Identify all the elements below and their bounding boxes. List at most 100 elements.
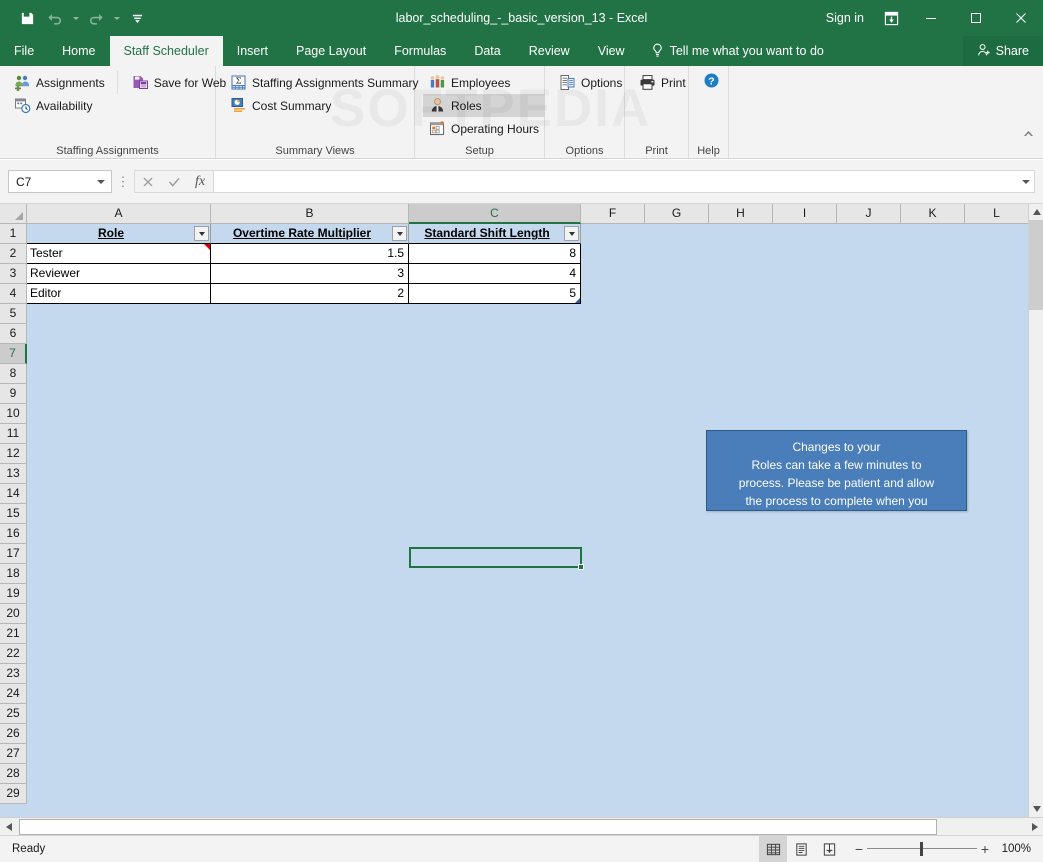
row-header-23[interactable]: 23 — [0, 664, 27, 684]
ribbon-button-operating-hours[interactable]: Operating Hours — [423, 117, 545, 140]
redo-button[interactable] — [83, 5, 109, 31]
row-header-24[interactable]: 24 — [0, 684, 27, 704]
collapse-ribbon-button[interactable] — [1019, 124, 1037, 142]
table-cell[interactable]: Tester — [27, 244, 211, 264]
confirm-icon[interactable] — [161, 171, 187, 192]
expand-formula-bar-icon[interactable] — [1022, 179, 1030, 184]
fill-handle[interactable] — [578, 564, 584, 570]
zoom-level[interactable]: 100% — [1001, 843, 1043, 855]
table-resize-handle[interactable] — [575, 298, 580, 303]
selected-cell-c7[interactable] — [409, 547, 584, 570]
row-header-7[interactable]: 7 — [0, 344, 27, 364]
worksheet-grid[interactable]: ABCFGHIJKL 1 2 3 4 5 6 7 8 9 10 11 12 13 14 15 16 17 18 19… — [0, 204, 1043, 817]
table-cell[interactable]: 4 — [409, 264, 581, 284]
page-break-view-button[interactable] — [815, 836, 843, 862]
scroll-up-button[interactable] — [1029, 204, 1043, 220]
ribbon-display-options-icon[interactable] — [874, 0, 908, 36]
ribbon-button-cost-summary[interactable]: Cost Summary — [224, 94, 425, 117]
ribbon-button-employees[interactable]: Employees — [423, 71, 545, 94]
table-header-cell[interactable]: Standard Shift Length — [409, 224, 581, 244]
tab-view[interactable]: View — [584, 36, 639, 66]
ribbon-button-options[interactable]: Options — [553, 71, 628, 94]
column-header-k[interactable]: K — [901, 204, 965, 224]
undo-dropdown-icon[interactable] — [70, 5, 81, 31]
page-layout-view-button[interactable] — [787, 836, 815, 862]
maximize-button[interactable] — [953, 0, 998, 36]
row-header-20[interactable]: 20 — [0, 604, 27, 624]
save-button[interactable] — [14, 5, 40, 31]
column-header-b[interactable]: B — [211, 204, 409, 224]
table-cell[interactable]: 2 — [211, 284, 409, 304]
row-header-26[interactable]: 26 — [0, 724, 27, 744]
column-header-l[interactable]: L — [965, 204, 1029, 224]
ribbon-button-staffing-assignments-summary[interactable]: Σ Staffing Assignments Summary — [224, 71, 425, 94]
row-header-2[interactable]: 2 — [0, 244, 27, 264]
filter-dropdown-icon[interactable] — [194, 226, 209, 241]
ribbon-button-assignments[interactable]: Assignments — [8, 71, 111, 94]
scroll-left-button[interactable] — [0, 818, 17, 835]
table-header-cell[interactable]: Overtime Rate Multiplier — [211, 224, 409, 244]
row-header-13[interactable]: 13 — [0, 464, 27, 484]
tab-file[interactable]: File — [0, 36, 48, 66]
column-header-i[interactable]: I — [773, 204, 837, 224]
column-header-c[interactable]: C — [409, 204, 581, 224]
zoom-slider-thumb[interactable] — [920, 842, 923, 856]
column-header-g[interactable]: G — [645, 204, 709, 224]
row-header-29[interactable]: 29 — [0, 784, 27, 804]
row-header-21[interactable]: 21 — [0, 624, 27, 644]
ribbon-button-help[interactable]: ? — [697, 71, 726, 94]
row-header-3[interactable]: 3 — [0, 264, 27, 284]
zoom-control[interactable]: − + — [843, 841, 1001, 857]
row-header-18[interactable]: 18 — [0, 564, 27, 584]
column-header-f[interactable]: F — [581, 204, 645, 224]
vertical-scrollbar-thumb[interactable] — [1029, 220, 1043, 310]
row-header-4[interactable]: 4 — [0, 284, 27, 304]
sign-in-button[interactable]: Sign in — [816, 0, 874, 36]
minimize-button[interactable] — [908, 0, 953, 36]
table-cell[interactable]: Editor — [27, 284, 211, 304]
row-header-27[interactable]: 27 — [0, 744, 27, 764]
tab-insert[interactable]: Insert — [223, 36, 282, 66]
ribbon-button-availability[interactable]: Availability — [8, 94, 111, 117]
row-header-9[interactable]: 9 — [0, 384, 27, 404]
row-header-12[interactable]: 12 — [0, 444, 27, 464]
table-cell[interactable]: 8 — [409, 244, 581, 264]
zoom-out-button[interactable]: − — [851, 841, 867, 857]
insert-function-icon[interactable]: fx — [187, 171, 213, 192]
formula-input[interactable] — [213, 170, 1035, 193]
row-header-5[interactable]: 5 — [0, 304, 27, 324]
customize-qat-button[interactable] — [124, 5, 150, 31]
row-header-16[interactable]: 16 — [0, 524, 27, 544]
table-cell[interactable]: 1.5 — [211, 244, 409, 264]
zoom-in-button[interactable]: + — [977, 841, 993, 857]
select-all-button[interactable] — [0, 204, 27, 224]
row-header-10[interactable]: 10 — [0, 404, 27, 424]
column-header-a[interactable]: A — [27, 204, 211, 224]
table-cell[interactable]: 3 — [211, 264, 409, 284]
tab-home[interactable]: Home — [48, 36, 109, 66]
share-button[interactable]: Share — [962, 36, 1043, 66]
filter-dropdown-icon[interactable] — [564, 226, 579, 241]
tab-formulas[interactable]: Formulas — [380, 36, 460, 66]
row-header-22[interactable]: 22 — [0, 644, 27, 664]
table-cell[interactable]: Reviewer — [27, 264, 211, 284]
tab-review[interactable]: Review — [515, 36, 584, 66]
row-header-8[interactable]: 8 — [0, 364, 27, 384]
normal-view-button[interactable] — [759, 835, 787, 862]
tab-page-layout[interactable]: Page Layout — [282, 36, 380, 66]
zoom-slider[interactable] — [867, 842, 977, 856]
horizontal-scrollbar-track[interactable] — [17, 818, 1026, 835]
row-header-6[interactable]: 6 — [0, 324, 27, 344]
row-header-1[interactable]: 1 — [0, 224, 27, 244]
tell-me-search[interactable]: Tell me what you want to do — [639, 36, 836, 66]
redo-dropdown-icon[interactable] — [111, 5, 122, 31]
scroll-right-button[interactable] — [1026, 818, 1043, 835]
row-header-11[interactable]: 11 — [0, 424, 27, 444]
row-header-28[interactable]: 28 — [0, 764, 27, 784]
table-header-cell[interactable]: Role — [27, 224, 211, 244]
ribbon-button-roles[interactable]: Roles — [423, 94, 546, 117]
filter-dropdown-icon[interactable] — [392, 226, 407, 241]
row-header-15[interactable]: 15 — [0, 504, 27, 524]
row-header-19[interactable]: 19 — [0, 584, 27, 604]
horizontal-scrollbar-thumb[interactable] — [19, 818, 937, 835]
